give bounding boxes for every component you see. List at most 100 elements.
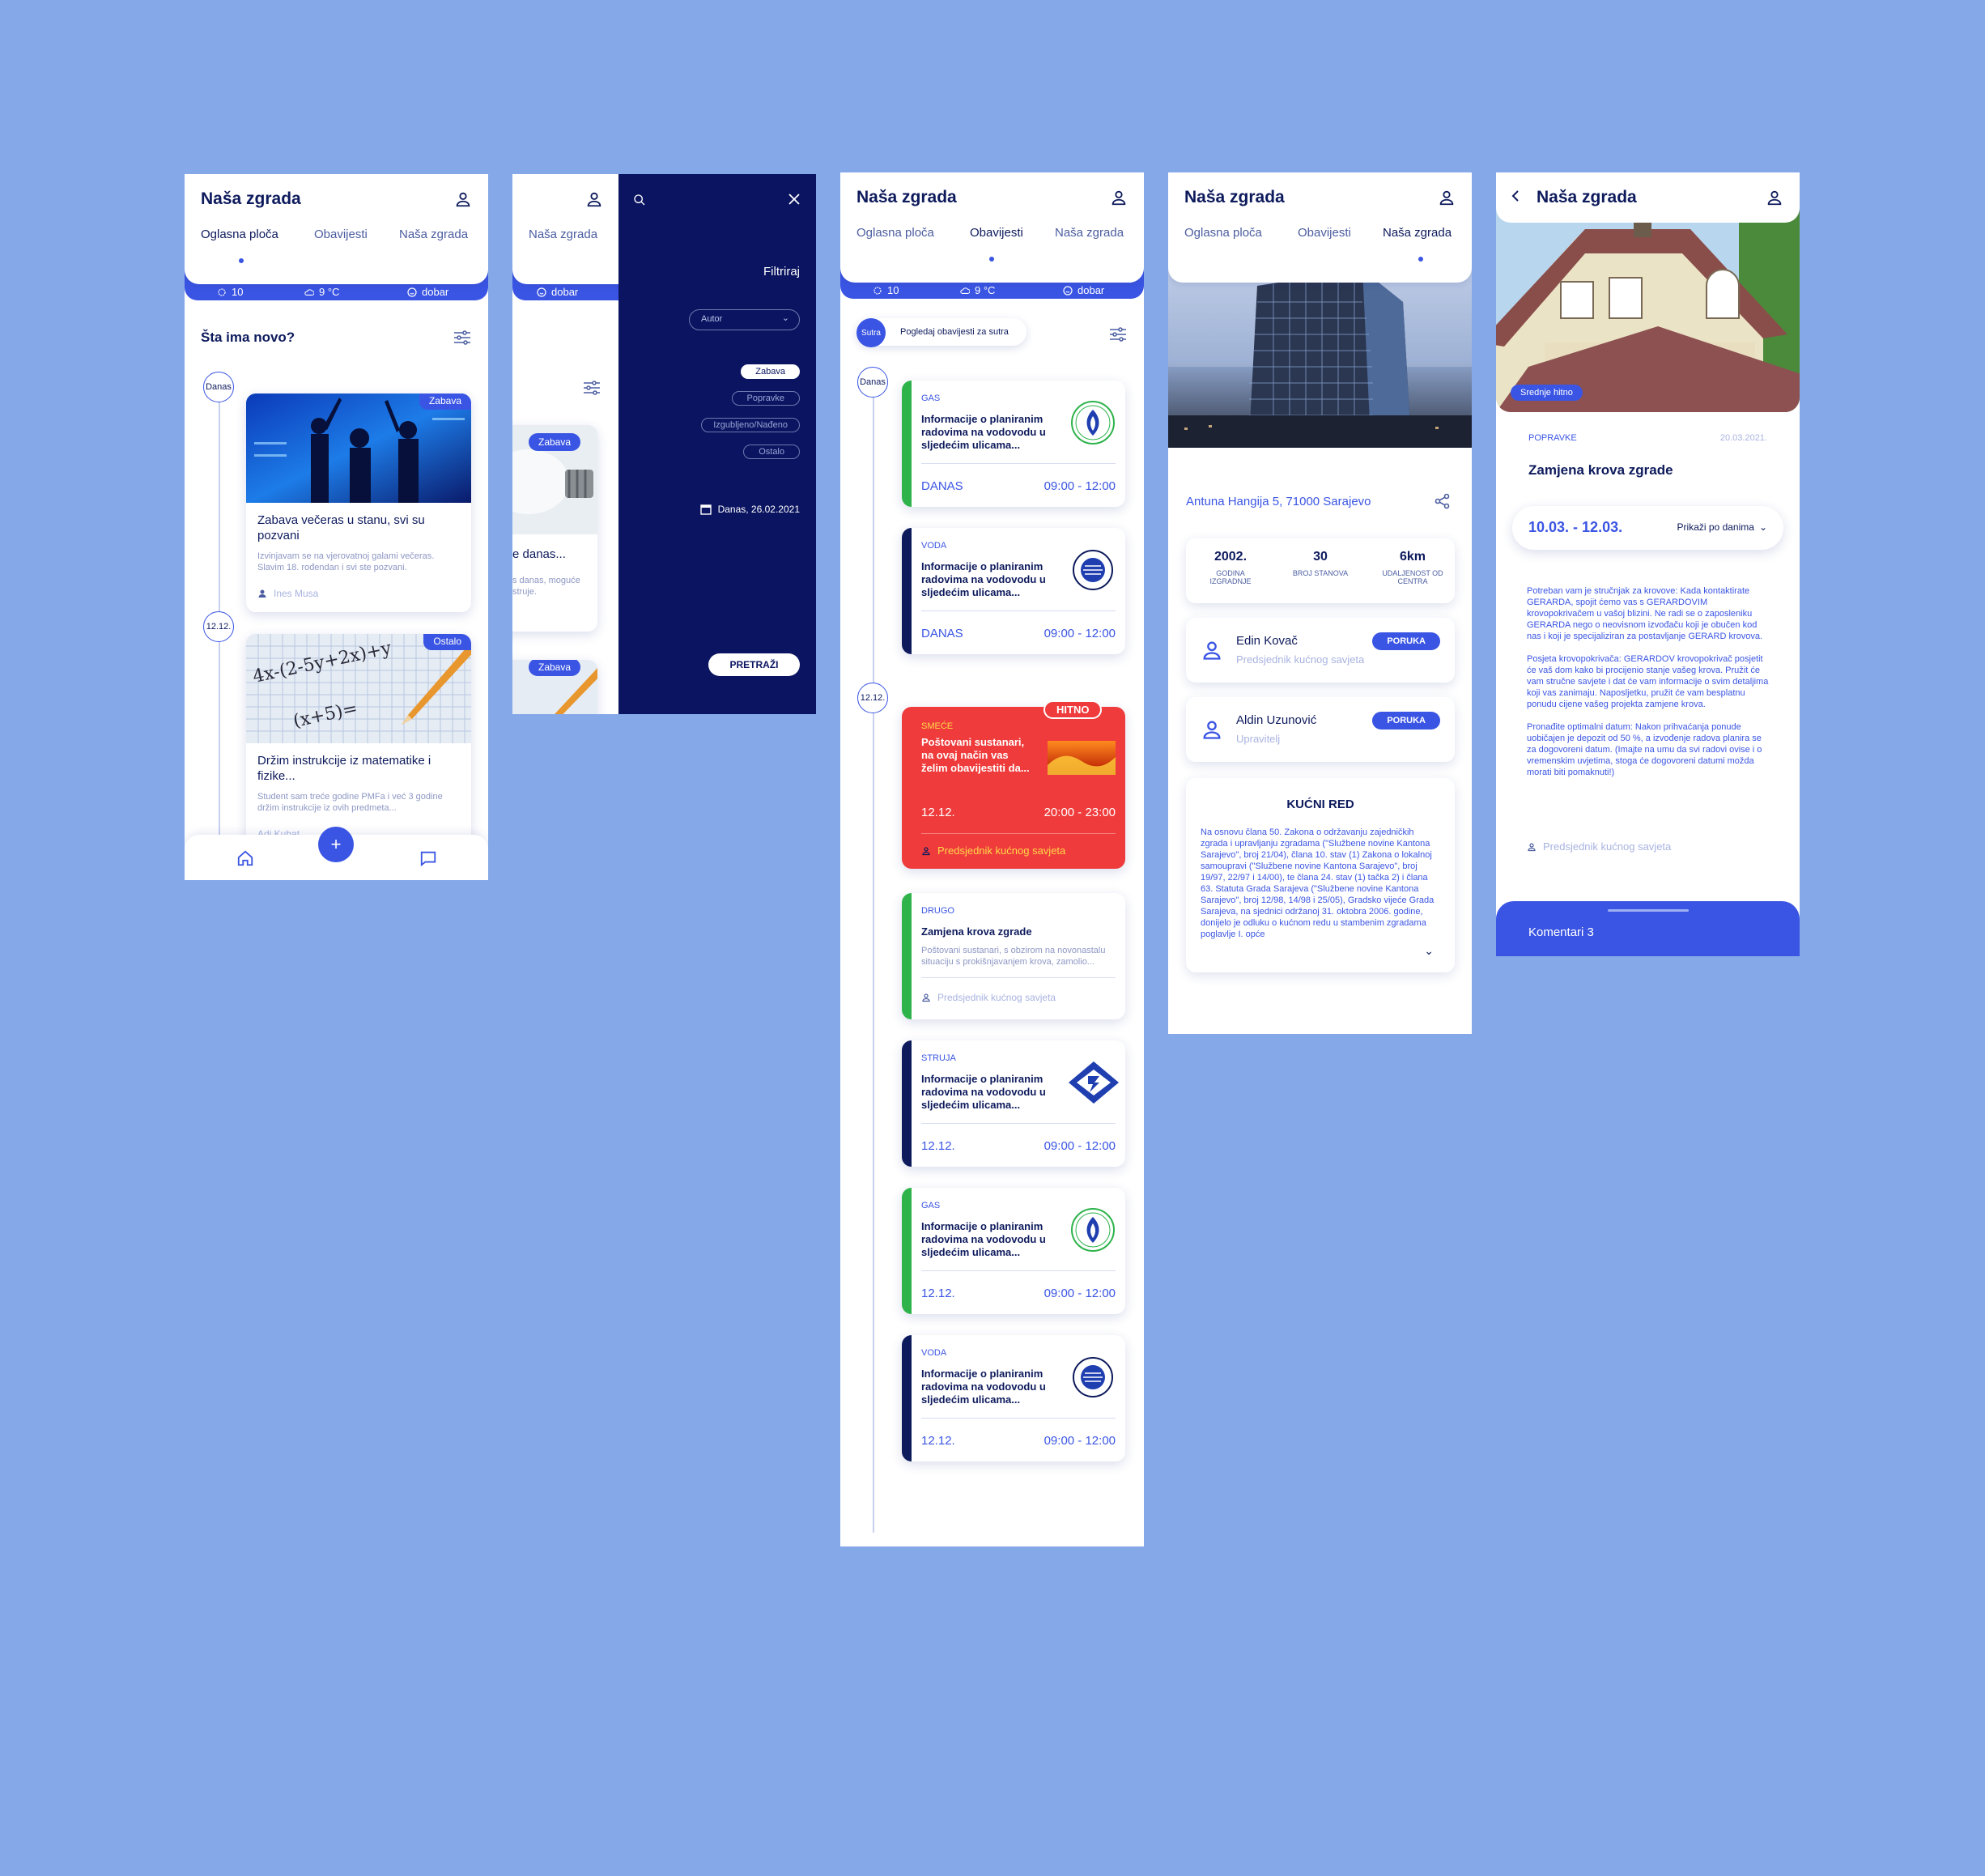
search-icon[interactable] xyxy=(633,194,646,206)
divider xyxy=(921,610,1116,611)
sheet-handle[interactable] xyxy=(1608,909,1689,912)
screen-notices: Naša zgrada Oglasna ploča Obavijesti Naš… xyxy=(840,172,1144,1546)
notice-card[interactable]: STRUJA Informacije o planiranim radovima… xyxy=(902,1040,1125,1167)
add-post-button[interactable]: + xyxy=(318,827,354,862)
notice-card[interactable]: GAS Informacije o planiranim radovima na… xyxy=(902,1188,1125,1314)
tab-building[interactable]: Naša zgrada xyxy=(529,228,597,241)
post-card[interactable]: Zabava Zabava večeras u stanu, svi su po… xyxy=(246,393,471,612)
post-tag: Zabava xyxy=(529,433,581,451)
post-desc: Izvinjavam se na vjerovatnoj galami veče… xyxy=(257,551,435,572)
mood-value: dobar xyxy=(1078,284,1105,296)
mood-item: dobar xyxy=(1063,284,1104,296)
screen-board: Naša zgrada Oglasna ploča Obavijesti Naš… xyxy=(185,174,488,880)
notice-title: Informacije o planiranim radovima na vod… xyxy=(921,560,1046,598)
user-icon xyxy=(1528,842,1536,851)
chevron-down-icon: ⌄ xyxy=(1758,521,1767,533)
plus-icon: + xyxy=(330,834,342,854)
tab-notices[interactable]: Obavijesti xyxy=(314,228,368,241)
user-icon[interactable] xyxy=(1110,189,1128,206)
post-card[interactable]: 4x-(2-5y+2x)+y (x+5)= Ostalo Držim instru… xyxy=(246,634,471,853)
tab-building[interactable]: Naša zgrada xyxy=(1055,226,1124,240)
electric-logo xyxy=(1069,1061,1119,1104)
notice-category: STRUJA xyxy=(921,1053,956,1063)
math-image: 4x-(2-5y+2x)+y (x+5)= xyxy=(246,634,471,743)
temp-item: 9 °C xyxy=(304,286,339,298)
back-icon[interactable] xyxy=(1511,190,1520,202)
notice-date: DANAS xyxy=(921,479,963,493)
comments-sheet[interactable]: Komentari 3 xyxy=(1496,901,1800,956)
post-card[interactable]: Zabava xyxy=(512,660,597,714)
tab-notices[interactable]: Obavijesti xyxy=(1298,226,1351,240)
user-icon[interactable] xyxy=(1766,189,1783,206)
post-tag: Zabava xyxy=(419,393,471,410)
notice-card[interactable]: VODA Informacije o planiranim radovima n… xyxy=(902,1335,1125,1461)
close-icon[interactable] xyxy=(788,194,800,205)
user-icon[interactable] xyxy=(1438,189,1456,206)
notice-time: 09:00 - 12:00 xyxy=(1044,627,1116,640)
detail-body: Potreban vam je stručnjak za krovove: Ka… xyxy=(1527,585,1770,778)
filter-icon[interactable] xyxy=(583,381,601,395)
author-select[interactable]: Autor ⌄ xyxy=(689,309,800,330)
stat-label: GODINA IZGRADNJE xyxy=(1209,569,1252,585)
post-card[interactable]: Zabava e danas... s danas, moguće struje… xyxy=(512,425,597,632)
notice-card[interactable]: GAS Informacije o planiranim radovima na… xyxy=(902,381,1125,507)
filter-icon[interactable] xyxy=(453,330,471,345)
search-button[interactable]: PRETRAŽI xyxy=(708,653,800,676)
post-tag: Zabava xyxy=(529,660,581,676)
tab-building[interactable]: Naša zgrada xyxy=(399,228,468,241)
mood-item: dobar xyxy=(407,286,448,298)
chevron-down-icon[interactable]: ⌄ xyxy=(1424,944,1434,958)
tab-building[interactable]: Naša zgrada xyxy=(1383,226,1452,240)
rules-title: KUĆNI RED xyxy=(1286,798,1354,811)
tab-bar: Oglasna ploča Obavijesti Naša zgrada xyxy=(840,226,1144,250)
notice-title: Informacije o planiranim radovima na vod… xyxy=(921,413,1046,451)
stat-flats: 30 BROJ STANOVA xyxy=(1292,550,1349,577)
notice-card-urgent[interactable]: SMEĆE Poštovani sustanari, na ovaj način… xyxy=(902,707,1125,869)
notice-card[interactable]: DRUGO Zamjena krova zgrade Poštovani sus… xyxy=(902,893,1125,1019)
message-button[interactable]: PORUKA xyxy=(1372,632,1440,650)
share-icon[interactable] xyxy=(1435,493,1451,509)
post-desc: s danas, moguće struje. xyxy=(512,576,580,597)
message-button[interactable]: PORUKA xyxy=(1372,712,1440,730)
tab-notices[interactable]: Obavijesti xyxy=(970,226,1023,240)
notice-time: 20:00 - 23:00 xyxy=(1044,806,1116,819)
house-rules-card[interactable]: KUĆNI RED Na osnovu člana 50. Zakona o o… xyxy=(1186,778,1455,972)
tab-bar: Oglasna ploča Obavijesti Naša zgrada xyxy=(1168,226,1472,250)
notice-category: VODA xyxy=(921,541,947,551)
bottom-nav: + xyxy=(185,827,488,880)
tab-board[interactable]: Oglasna ploča xyxy=(1184,226,1262,240)
user-icon xyxy=(922,846,930,855)
filter-icon[interactable] xyxy=(1109,327,1127,342)
person-card: Edin Kovač Predsjednik kućnog savjeta PO… xyxy=(1186,618,1455,683)
user-icon[interactable] xyxy=(454,190,472,208)
home-icon[interactable] xyxy=(236,849,254,867)
notice-author: Predsjednik kućnog savjeta xyxy=(921,992,1056,1003)
stat-value: 2002. xyxy=(1214,550,1248,564)
aqi-item: 10 xyxy=(217,286,243,298)
notice-category: SMEĆE xyxy=(921,721,954,731)
chip-ostalo[interactable]: Ostalo xyxy=(743,445,800,459)
post-tag: Ostalo xyxy=(423,634,471,650)
user-icon[interactable] xyxy=(585,190,603,208)
chip-zabava[interactable]: Zabava xyxy=(741,364,800,379)
body-paragraph: Pronađite optimalni datum: Nakon prihvać… xyxy=(1527,722,1762,777)
date-picker[interactable]: Danas, 26.02.2021 xyxy=(699,504,800,515)
tab-board[interactable]: Oglasna ploča xyxy=(856,226,934,240)
date-range-box[interactable]: 10.03. - 12.03. Prikaži po danima ⌄ xyxy=(1512,506,1783,550)
divider xyxy=(921,1123,1116,1124)
notice-card[interactable]: VODA Informacije o planiranim radovima n… xyxy=(902,528,1125,654)
header: Naša zgrada Oglasna ploča Obavijesti Naš… xyxy=(185,174,488,284)
detail-author: Predsjednik kućnog savjeta xyxy=(1527,840,1671,853)
chat-icon[interactable] xyxy=(419,849,437,867)
show-by-days[interactable]: Prikaži po danima ⌄ xyxy=(1677,521,1767,533)
tab-board[interactable]: Oglasna ploča xyxy=(201,228,278,241)
screen-building: Naša zgrada Oglasna ploča Obavijesti Naš… xyxy=(1168,172,1472,1034)
chip-izgubljeno[interactable]: Izgubljeno/Nađeno xyxy=(701,418,800,432)
tomorrow-pill[interactable]: Sutra Pogledaj obavijesti za sutra xyxy=(856,318,1027,347)
gas-logo xyxy=(1071,1208,1115,1252)
notice-time: 09:00 - 12:00 xyxy=(1044,1434,1116,1448)
body-paragraph: Posjeta krovopokrivača: GERARDOV krovopo… xyxy=(1527,654,1769,709)
app-title: Naša zgrada xyxy=(856,188,957,206)
temp-value: 9 °C xyxy=(319,286,340,298)
chip-popravke[interactable]: Popravke xyxy=(731,391,800,406)
